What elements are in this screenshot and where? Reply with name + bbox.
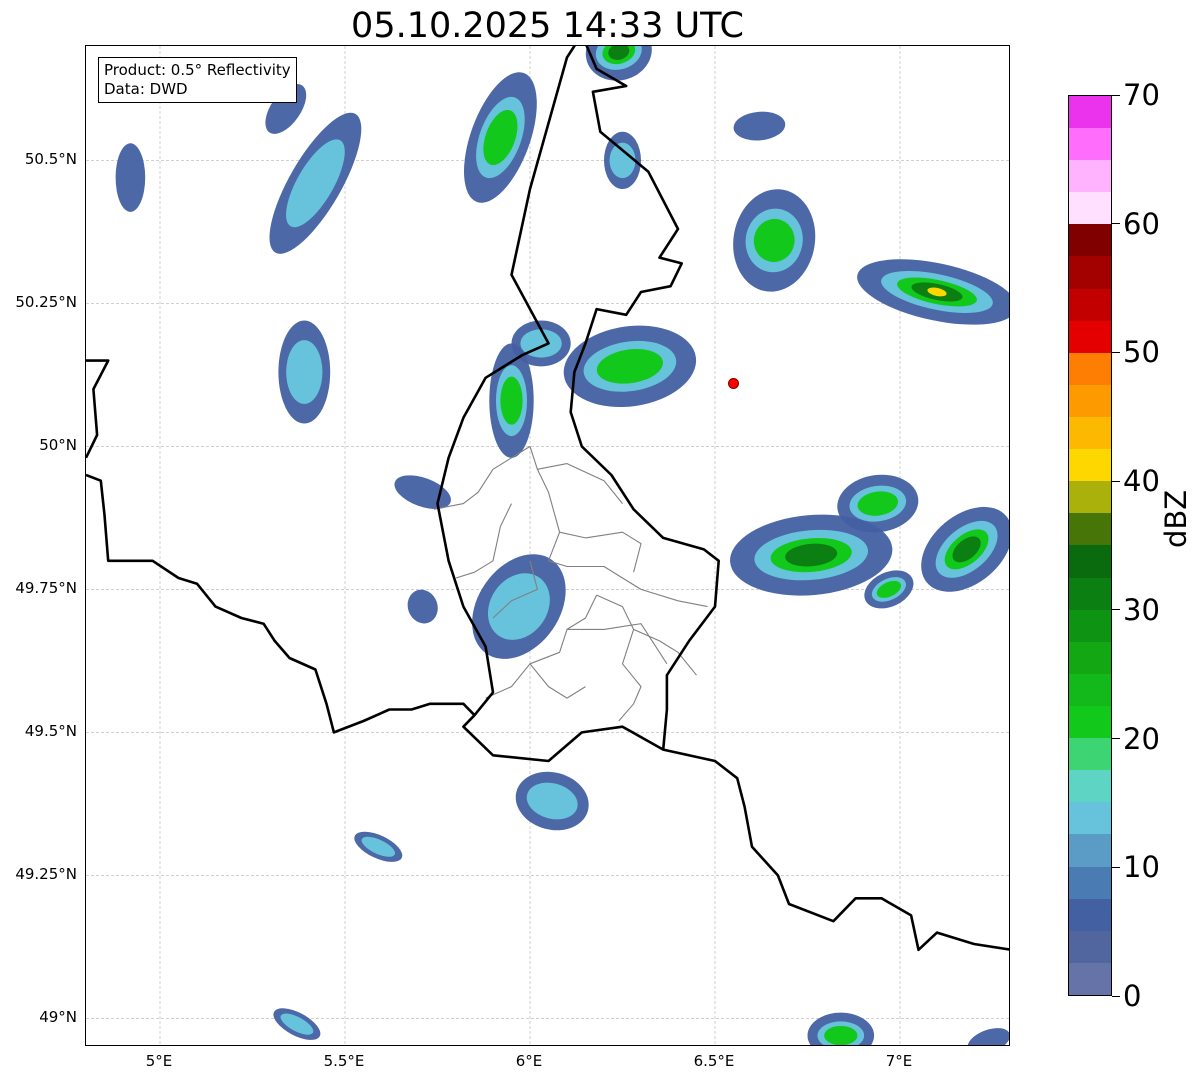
radar-station-dot (728, 377, 739, 389)
colorbar-tick-label: 20 (1123, 721, 1160, 756)
colorbar-tick (1112, 223, 1120, 225)
colorbar-tick (1112, 866, 1120, 868)
echo-cell (354, 831, 403, 862)
colorbar-segment (1069, 95, 1111, 129)
longitude-label: 7°E (885, 1052, 913, 1070)
colorbar-segment (1069, 962, 1111, 995)
latitude-label: 49.75°N (15, 579, 77, 598)
longitude-label: 5.5°E (323, 1052, 365, 1070)
colorbar-segment (1069, 706, 1111, 739)
longitude-label: 6°E (515, 1052, 543, 1070)
colorbar-tick-label: 0 (1123, 979, 1142, 1013)
regional-border-line (529, 663, 586, 699)
echo-cell (273, 1008, 321, 1040)
colorbar-segment (1069, 352, 1111, 385)
map-canvas (86, 46, 1009, 1045)
colorbar-segment (1069, 641, 1111, 674)
echo-cell (807, 1012, 875, 1045)
colorbar-segment (1069, 256, 1111, 289)
regional-border-line (633, 628, 697, 676)
colorbar-segment (1069, 320, 1111, 353)
colorbar-segment (1069, 481, 1111, 514)
colorbar-segment (1069, 224, 1111, 257)
info-data-source: Data: DWD (104, 80, 188, 98)
echo-cell (733, 189, 816, 292)
echo-cell (921, 506, 1009, 592)
colorbar-segment (1069, 513, 1111, 546)
colorbar-segment (1069, 288, 1111, 321)
colorbar-tick-label: 50 (1123, 335, 1160, 370)
colorbar-segment (1069, 449, 1111, 482)
colorbar-tick (1112, 351, 1120, 353)
latitude-label: 50.5°N (24, 150, 77, 169)
echo-cell (278, 320, 331, 424)
colorbar-segment (1069, 930, 1111, 963)
longitude-label: 6.5°E (693, 1052, 735, 1070)
colorbar-segment (1069, 160, 1111, 193)
colorbar-segment (1069, 898, 1111, 931)
colorbar-unit: dBZ (1159, 489, 1193, 548)
echo-cell (472, 554, 566, 659)
colorbar (1068, 95, 1112, 996)
colorbar-segment (1069, 738, 1111, 771)
regional-border-line (567, 623, 668, 665)
colorbar-segment (1069, 192, 1111, 225)
echo-cell (563, 325, 697, 408)
colorbar-tick (1112, 995, 1120, 997)
echo-cell (967, 1028, 1009, 1045)
colorbar-tick (1112, 609, 1120, 611)
colorbar-segment (1069, 770, 1111, 803)
regional-border-line (529, 446, 561, 533)
latitude-label: 49°N (39, 1008, 77, 1027)
colorbar-segment (1069, 384, 1111, 418)
colorbar-tick-label: 70 (1123, 78, 1160, 112)
echo-cell (515, 771, 589, 831)
national-border-line (86, 359, 110, 459)
longitude-label: 5°E (145, 1052, 173, 1070)
info-box: Product: 0.5° Reflectivity Data: DWD (98, 57, 297, 103)
echo-cell (464, 72, 537, 203)
radar-station-marker (728, 377, 739, 389)
colorbar-tick-label: 10 (1123, 850, 1160, 885)
echo-cell (407, 589, 438, 624)
echo-cell (857, 259, 1009, 325)
echo-cell (733, 111, 786, 141)
colorbar-segment (1069, 417, 1111, 450)
colorbar-segment (1069, 673, 1111, 707)
latitude-label: 49.25°N (15, 865, 77, 884)
latitude-label: 50°N (39, 436, 77, 455)
colorbar-segment (1069, 866, 1111, 899)
colorbar-segment (1069, 577, 1111, 610)
colorbar-segment (1069, 802, 1111, 835)
info-product: Product: 0.5° Reflectivity (104, 61, 291, 79)
colorbar-tick-label: 60 (1123, 206, 1160, 241)
colorbar-tick (1112, 480, 1120, 482)
echo-cell (115, 143, 146, 212)
latitude-label: 49.5°N (24, 722, 77, 741)
colorbar-tick (1112, 738, 1120, 740)
map-title: 05.10.2025 14:33 UTC (351, 6, 744, 46)
radar-map[interactable]: Product: 0.5° Reflectivity Data: DWD (85, 45, 1010, 1046)
latitude-label: 50.25°N (15, 293, 77, 312)
colorbar-segment (1069, 545, 1111, 578)
colorbar-segment (1069, 834, 1111, 867)
reflectivity-echoes (115, 46, 1009, 1045)
colorbar-tick (1112, 94, 1120, 96)
colorbar-tick-label: 40 (1123, 464, 1160, 499)
colorbar-segment (1069, 609, 1111, 642)
colorbar-segment (1069, 128, 1111, 161)
colorbar-tick-label: 30 (1123, 592, 1160, 627)
regional-border-line (596, 594, 642, 722)
